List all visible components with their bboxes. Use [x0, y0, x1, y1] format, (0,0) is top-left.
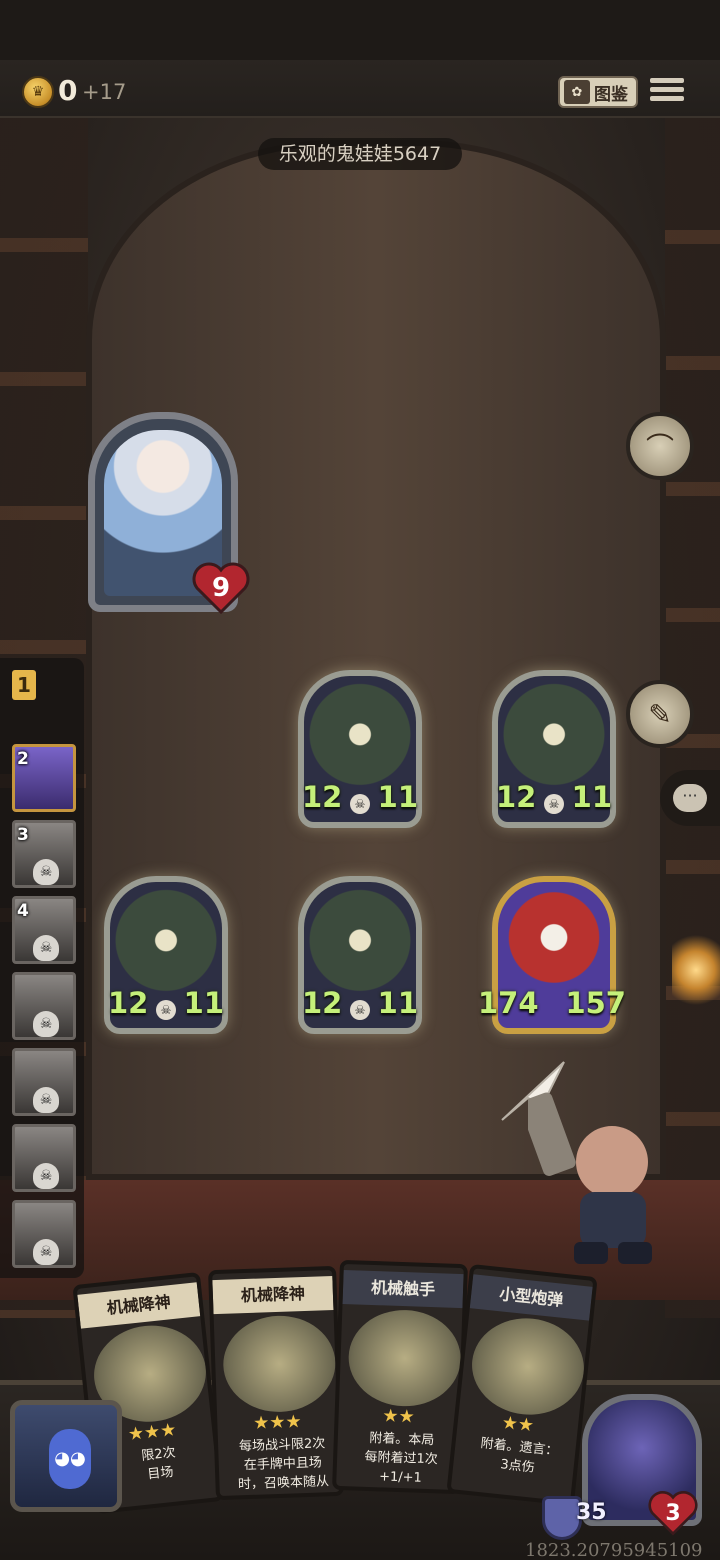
player-rank: 3 [17, 825, 29, 845]
minion-card[interactable]: 12 11 ☠ [298, 876, 422, 1034]
card-art [467, 1312, 589, 1421]
card-description: 附着。遗言： 3点伤 [479, 1436, 560, 1476]
minion-health: 11 [377, 780, 418, 814]
hand-card[interactable]: 机械触手 ★★ 附着。本局 每附着过1次 +1/+1 [332, 1259, 468, 1495]
player-armor: 35 [576, 1500, 607, 1525]
map-scroll-icon[interactable]: ✎ [626, 680, 694, 748]
coin-count: 0 [58, 74, 78, 107]
book-icon: ✿ [564, 80, 590, 104]
minion-attack: 12 [496, 780, 537, 814]
player-slot[interactable]: ☠ [12, 1200, 76, 1268]
minion-health: 11 [183, 986, 224, 1020]
player-slot[interactable]: 3 ☠ [12, 820, 76, 888]
player-slot[interactable]: ☠ [12, 1124, 76, 1192]
hand-card[interactable]: 小型炮弹 ★★ 附着。遗言： 3点伤 [446, 1263, 598, 1507]
minion-attack: 174 [478, 986, 539, 1020]
skull-icon: ☠ [350, 794, 370, 814]
player-health: 3 [665, 1500, 681, 1526]
pig-blacksmith-mascot [528, 1092, 652, 1264]
codex-label: 图鉴 [594, 84, 628, 105]
skull-icon: ☠ [350, 1000, 370, 1020]
player-slot[interactable]: 2 [12, 744, 76, 812]
hamburger-menu-icon[interactable] [650, 74, 684, 108]
card-title: 机械降神 [212, 1275, 334, 1315]
skull-icon: ☠ [33, 1239, 59, 1265]
skull-icon: ☠ [33, 1011, 59, 1037]
card-stars: ★★★ [252, 1411, 302, 1434]
deck-button[interactable]: ◕◕ [10, 1400, 122, 1512]
minion-attack: 12 [108, 986, 149, 1020]
card-art [347, 1308, 463, 1409]
player-slot[interactable]: 4 ☠ [12, 896, 76, 964]
opponent-health: 9 [211, 573, 231, 603]
minion-card[interactable]: 174 157 [478, 876, 626, 1034]
minion-attack: 12 [302, 780, 343, 814]
skull-icon: ☠ [156, 1000, 176, 1020]
top-bar: ♛ 0 +17 ✿ 图鉴 [0, 60, 720, 118]
skull-icon: ☠ [33, 935, 59, 961]
minion-card[interactable]: 12 11 ☠ [104, 876, 228, 1034]
minion-card[interactable]: 12 11 ☠ [298, 670, 422, 828]
round-indicator: 1 [12, 670, 36, 700]
card-description: 附着。本局 每附着过1次 +1/+1 [364, 1430, 439, 1486]
skull-icon: ☠ [33, 1087, 59, 1113]
player-rank: 2 [17, 749, 29, 769]
card-art [221, 1313, 337, 1414]
skull-icon: ☠ [33, 1163, 59, 1189]
card-stars: ★★ [382, 1405, 416, 1428]
card-description: 每场战斗限2次 在手牌中且场 时，召唤本随从 [237, 1436, 330, 1493]
opponent-name: 乐观的鬼娃娃5647 [258, 138, 462, 170]
folding-fan-icon[interactable]: ⌒ [626, 412, 694, 480]
player-rank: 4 [17, 901, 29, 921]
minion-health: 11 [571, 780, 612, 814]
minion-card[interactable]: 12 11 ☠ [492, 670, 616, 828]
opponent-health-badge: 9 [192, 562, 250, 614]
lamp-icon [672, 930, 720, 1010]
skull-icon: ☠ [544, 794, 564, 814]
gold-coin-icon: ♛ [22, 76, 54, 108]
chat-bubble-icon: ··· [673, 784, 707, 812]
ghost-icon: ◕◕ [49, 1429, 91, 1489]
debug-readout: 1823.20795945109 [525, 1540, 703, 1560]
codex-button[interactable]: ✿ 图鉴 [558, 76, 638, 108]
player-slot[interactable]: ☠ [12, 1048, 76, 1116]
coin-income: +17 [82, 80, 127, 104]
skull-icon: ☠ [33, 859, 59, 885]
minion-health: 11 [377, 986, 418, 1020]
chat-button[interactable]: ··· [660, 770, 720, 826]
hand-card[interactable]: 机械降神 ★★★ 每场战斗限2次 在手牌中且场 时，召唤本随从 [208, 1265, 344, 1501]
minion-health: 157 [565, 986, 626, 1020]
player-health-badge: 3 [648, 1490, 698, 1536]
minion-attack: 12 [302, 986, 343, 1020]
player-slot[interactable]: ☠ [12, 972, 76, 1040]
card-title: 机械降神 [77, 1282, 201, 1329]
card-title: 小型炮弹 [469, 1274, 593, 1321]
card-title: 机械触手 [342, 1269, 464, 1309]
